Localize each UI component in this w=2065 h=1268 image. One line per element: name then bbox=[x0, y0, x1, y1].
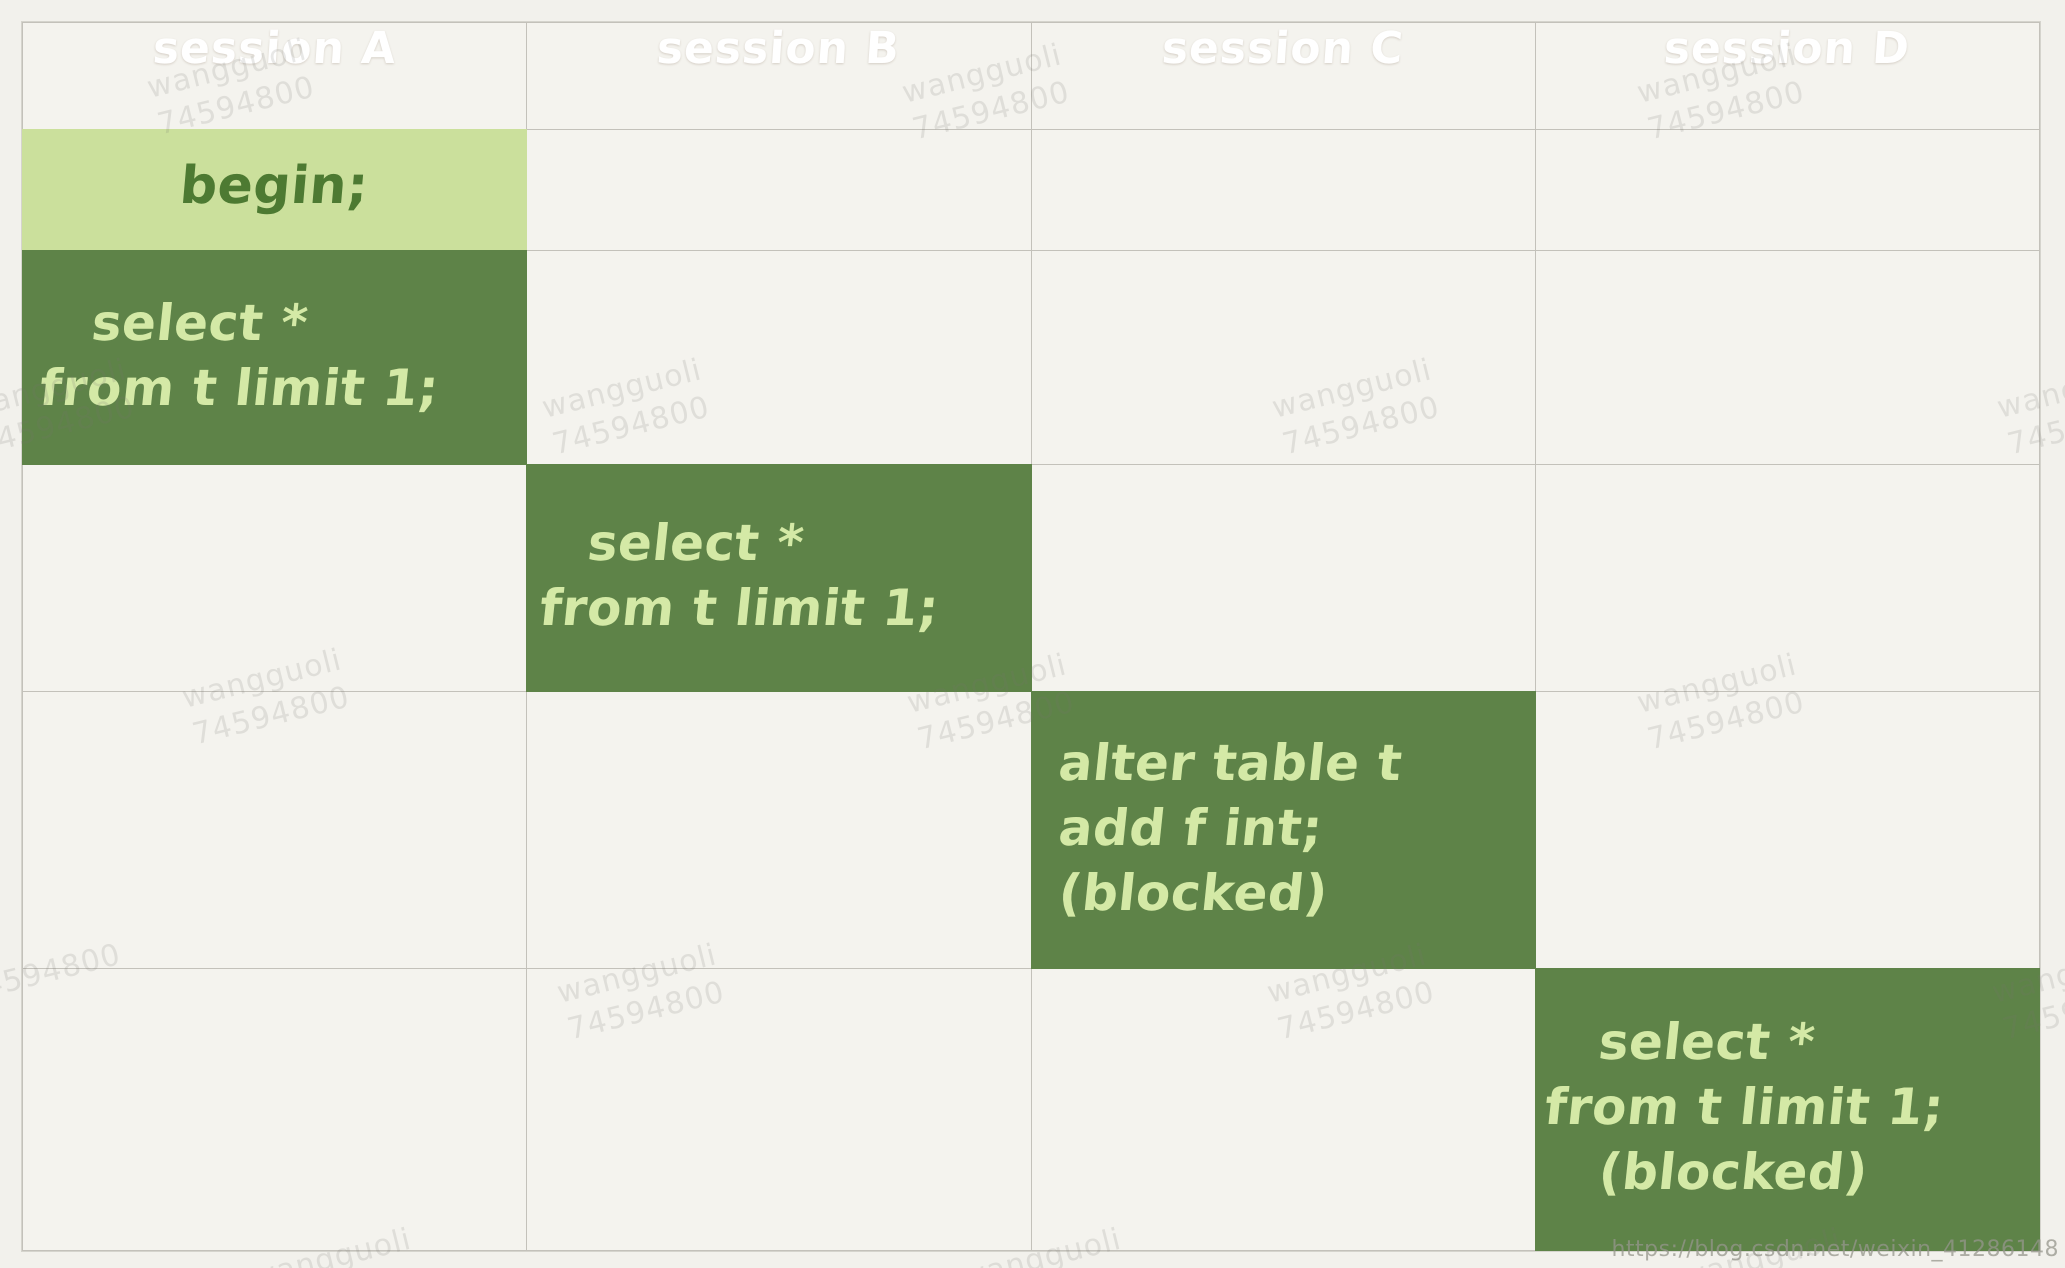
cell-d-select: select * from t limit 1; (blocked) bbox=[1534, 968, 2041, 1251]
cell-b-empty bbox=[526, 691, 1032, 969]
cell-a-empty bbox=[21, 464, 528, 692]
statement-line: select * bbox=[1595, 1013, 1818, 1071]
table-row: begin; bbox=[21, 129, 2041, 251]
cell-d-empty bbox=[1534, 250, 2041, 465]
column-header-session-c: session C bbox=[1030, 22, 1536, 130]
statement-line: begin; bbox=[177, 156, 372, 217]
cell-d-empty bbox=[1534, 129, 2041, 251]
session-timeline-table: session A session B session C session D … bbox=[21, 22, 2041, 1251]
column-header-session-d: session D bbox=[1534, 22, 2041, 130]
statement-line: alter table t bbox=[1055, 733, 1405, 792]
cell-c-empty bbox=[1030, 129, 1536, 251]
statement-line: from t limit 1; bbox=[537, 579, 943, 637]
table-row: select * from t limit 1; bbox=[21, 464, 2041, 692]
cell-c-alter: alter table t add f int; (blocked) bbox=[1030, 691, 1536, 969]
cell-d-empty bbox=[1534, 691, 2041, 969]
cell-a-empty bbox=[21, 968, 528, 1251]
statement-block-select-a: select * from t limit 1; bbox=[22, 250, 528, 465]
statement-block-begin: begin; bbox=[22, 129, 528, 251]
grid: session A session B session C session D … bbox=[21, 22, 2041, 1251]
statement-line: add f int; bbox=[1055, 798, 1326, 857]
statement-line: select * bbox=[585, 514, 808, 572]
statement-block-select-d: select * from t limit 1; (blocked) bbox=[1534, 968, 2040, 1251]
statement-block-select-b: select * from t limit 1; bbox=[526, 464, 1032, 692]
statement-block-alter-c: alter table t add f int; (blocked) bbox=[1030, 691, 1536, 969]
column-header-session-b: session B bbox=[526, 22, 1032, 130]
cell-b-empty bbox=[526, 250, 1032, 465]
cell-a-begin: begin; bbox=[21, 129, 528, 251]
cell-c-empty bbox=[1030, 464, 1536, 692]
statement-line: from t limit 1; bbox=[1541, 1078, 1947, 1136]
table-row: select * from t limit 1; bbox=[21, 250, 2041, 465]
cell-c-empty bbox=[1030, 968, 1536, 1251]
diagram-canvas: wangguoli74594800 wangguoli74594800 wang… bbox=[0, 0, 2065, 1268]
statement-line: select * bbox=[89, 293, 311, 352]
cell-a-empty bbox=[21, 691, 528, 969]
cell-b-select: select * from t limit 1; bbox=[526, 464, 1032, 692]
statement-line-blocked: (blocked) bbox=[1055, 863, 1331, 922]
column-header-session-c-label: session C bbox=[1160, 23, 1406, 74]
header-row: session A session B session C session D bbox=[21, 22, 2041, 130]
statement-line-blocked: (blocked) bbox=[1595, 1143, 1871, 1201]
cell-b-empty bbox=[526, 968, 1032, 1251]
table-body: begin; select * from t limit 1; select *… bbox=[21, 129, 2041, 1251]
cell-d-empty bbox=[1534, 464, 2041, 692]
table-header: session A session B session C session D bbox=[21, 22, 2041, 130]
column-header-session-b-label: session B bbox=[655, 23, 903, 74]
table-row: alter table t add f int; (blocked) bbox=[21, 691, 2041, 969]
table-row: select * from t limit 1; (blocked) bbox=[21, 968, 2041, 1251]
cell-b-empty bbox=[526, 129, 1032, 251]
column-header-session-a-label: session A bbox=[151, 23, 399, 74]
column-header-session-d-label: session D bbox=[1662, 23, 1913, 74]
source-url-watermark: https://blog.csdn.net/weixin_41286148 bbox=[1611, 1237, 2059, 1262]
statement-line: from t limit 1; bbox=[37, 358, 442, 417]
column-header-session-a: session A bbox=[21, 22, 528, 130]
cell-a-select: select * from t limit 1; bbox=[21, 250, 528, 465]
cell-c-empty bbox=[1030, 250, 1536, 465]
